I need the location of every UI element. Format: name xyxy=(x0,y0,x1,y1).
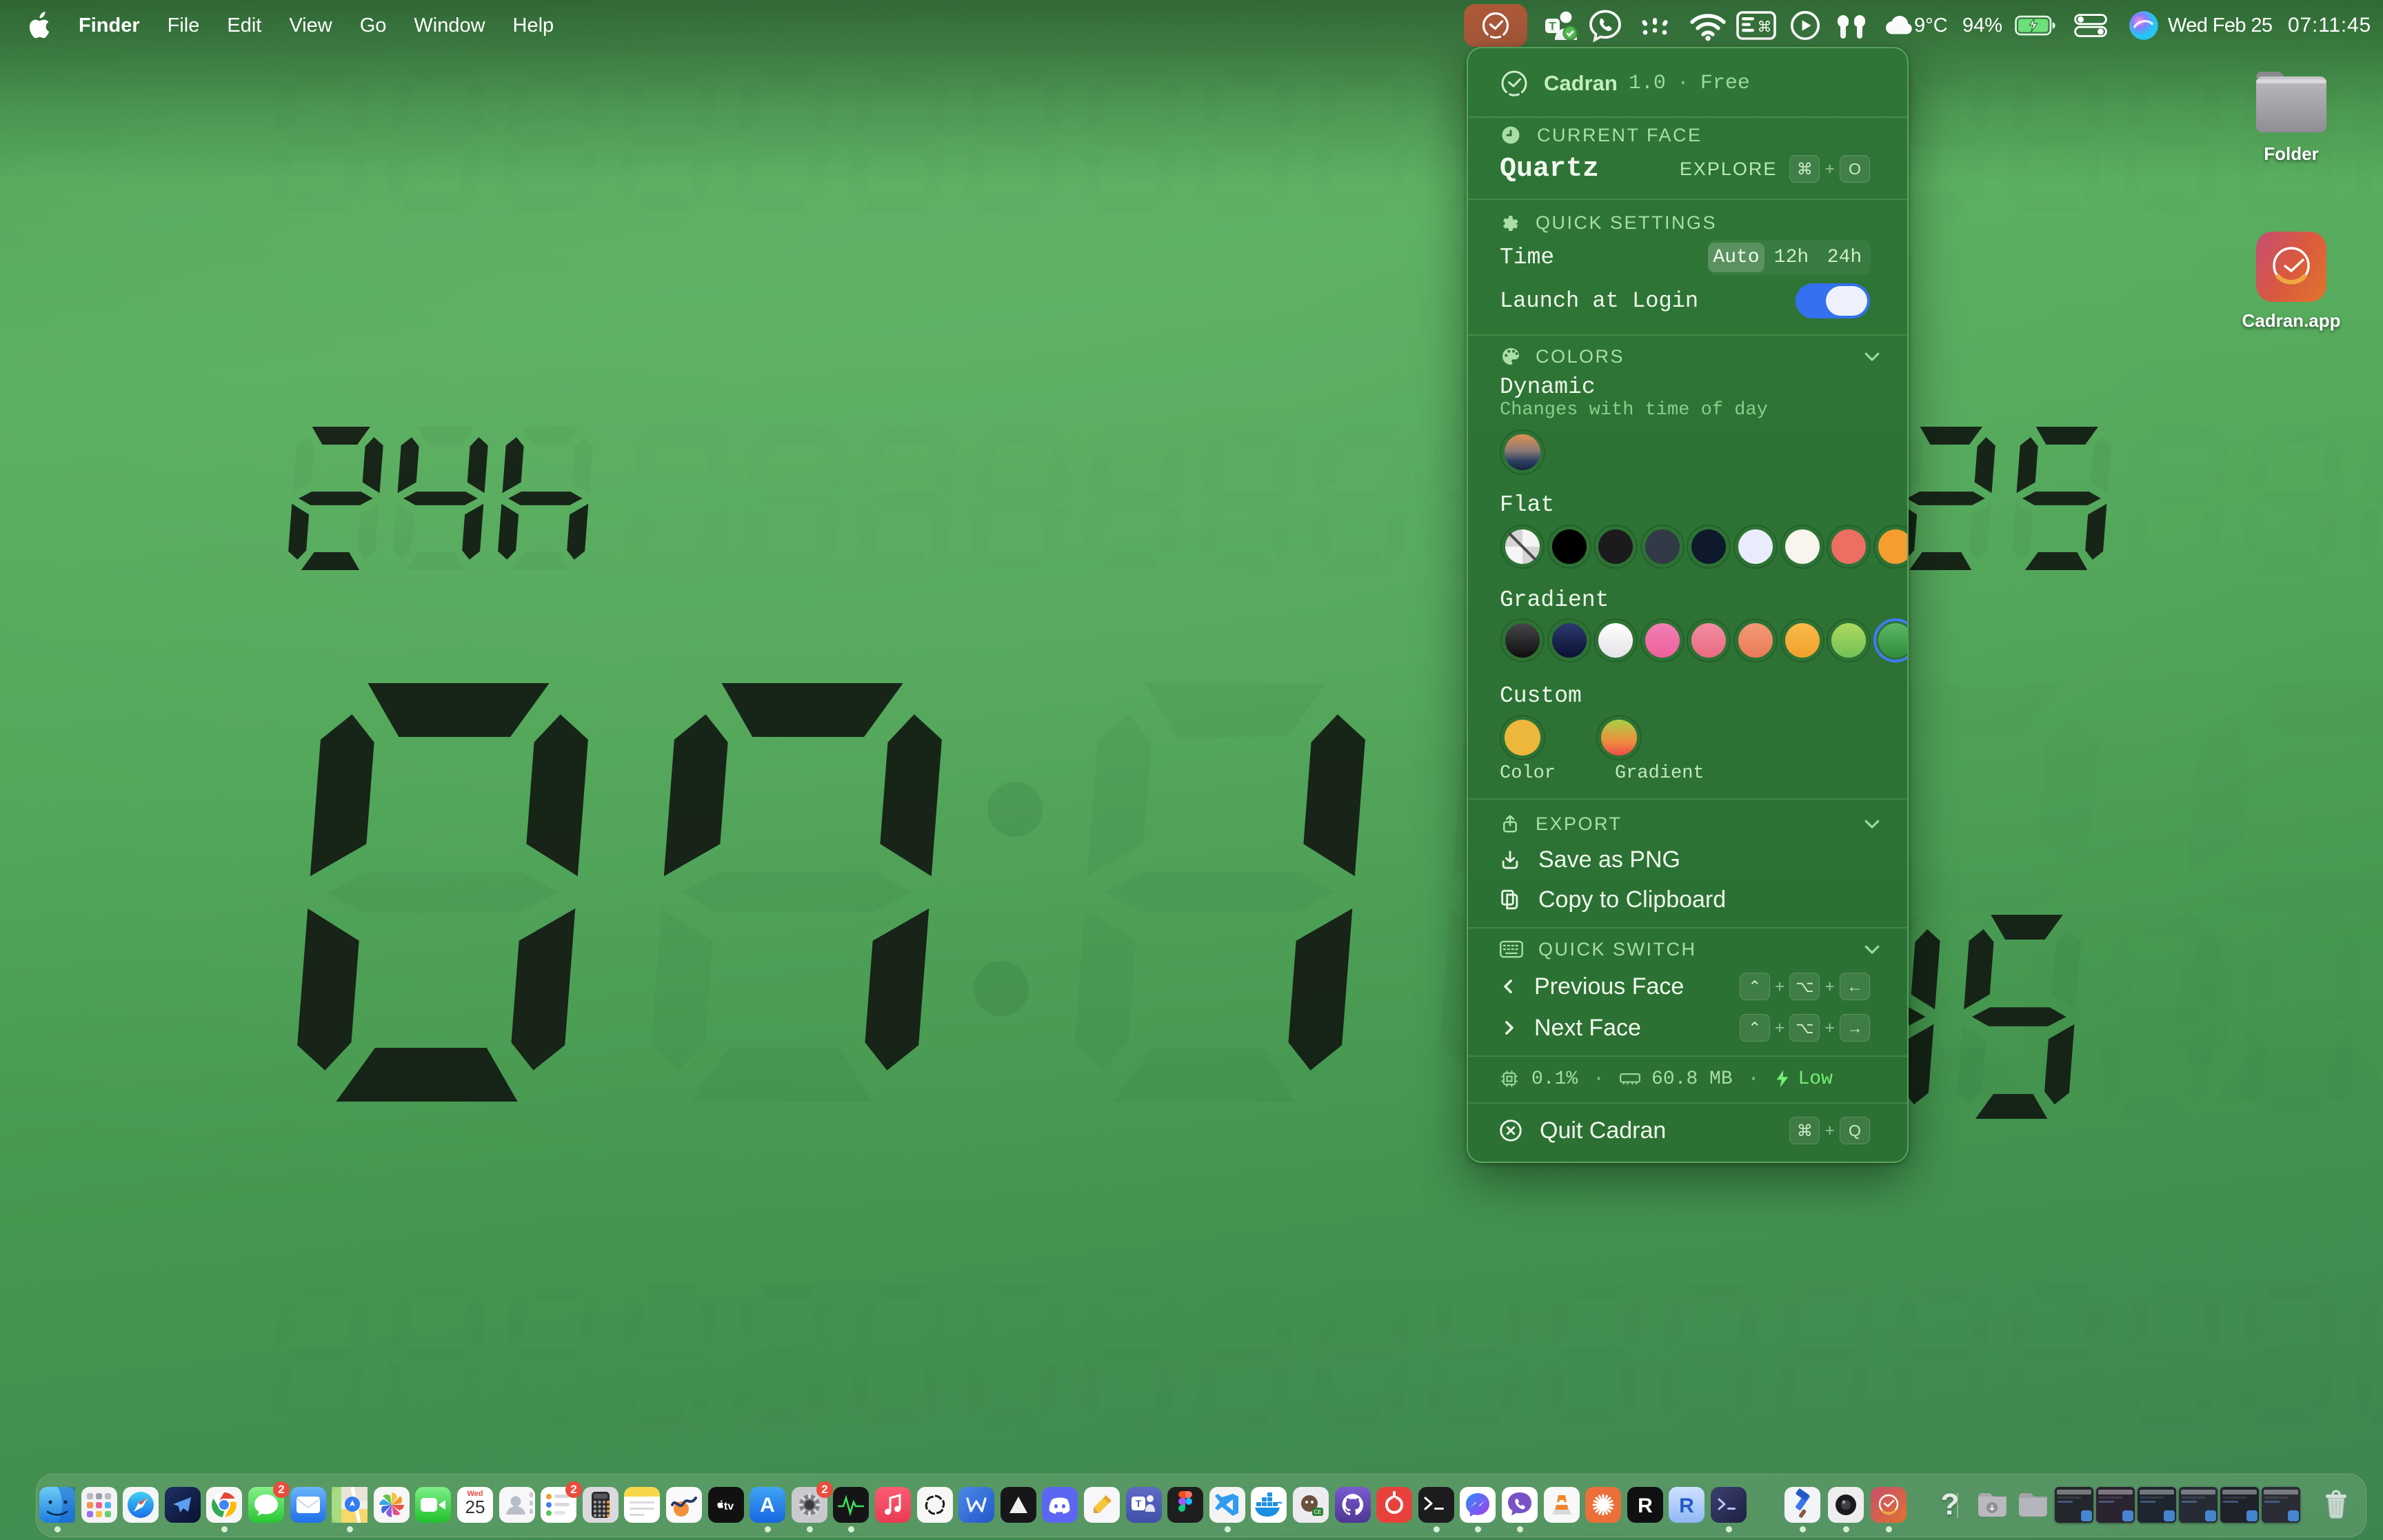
svg-text:R: R xyxy=(1638,1495,1653,1517)
svg-text:CE: CE xyxy=(1314,1509,1321,1515)
svg-text:T: T xyxy=(1549,20,1556,33)
svg-text:R: R xyxy=(1679,1495,1694,1517)
svg-text:T: T xyxy=(1136,1498,1142,1509)
svg-text:A: A xyxy=(760,1494,775,1517)
svg-text:tv: tv xyxy=(724,1501,734,1512)
svg-text:⌘: ⌘ xyxy=(1758,19,1772,35)
